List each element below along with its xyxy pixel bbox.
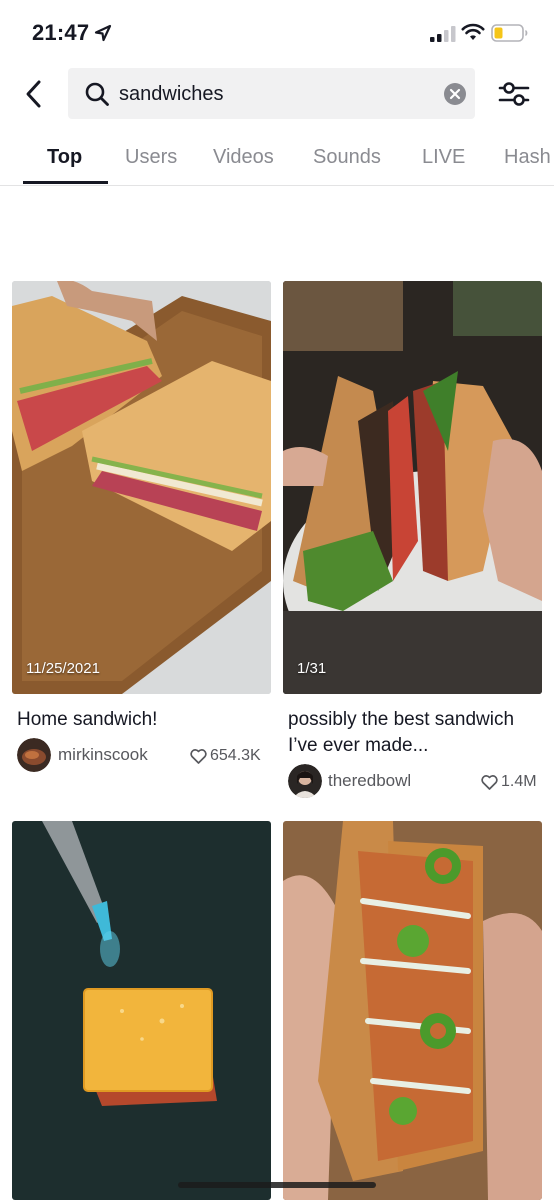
tab-live[interactable]: LIVE xyxy=(422,144,465,170)
heart-outline-icon xyxy=(481,774,498,790)
search-query[interactable]: sandwiches xyxy=(119,81,224,107)
video-caption[interactable]: Home sandwich! xyxy=(17,707,275,733)
video-thumbnail[interactable]: 1/31 xyxy=(283,281,542,694)
avatar[interactable] xyxy=(288,764,322,798)
tab-top[interactable]: Top xyxy=(47,144,82,170)
username[interactable]: mirkinscook xyxy=(58,744,148,766)
video-thumbnail[interactable] xyxy=(283,821,542,1200)
tab-sounds[interactable]: Sounds xyxy=(313,144,381,170)
chevron-left-icon xyxy=(26,80,41,108)
username[interactable]: theredbowl xyxy=(328,770,411,792)
avatar[interactable] xyxy=(17,738,51,772)
video-caption[interactable]: possibly the best sandwich I’ve ever mad… xyxy=(288,707,546,759)
status-bar: 21:47 xyxy=(0,0,554,64)
tab-hashtags[interactable]: Hash xyxy=(504,144,551,170)
video-date: 1/31 xyxy=(297,660,327,677)
like-count-value: 1.4M xyxy=(501,773,537,790)
search-tabs: Top Users Videos Sounds LIVE Hash xyxy=(0,136,554,186)
tab-videos[interactable]: Videos xyxy=(213,144,274,170)
cheese-slice-image xyxy=(12,821,271,1200)
video-thumbnail[interactable]: 11/25/2021 xyxy=(12,281,271,694)
like-count-value: 654.3K xyxy=(210,747,261,764)
home-indicator xyxy=(178,1182,376,1188)
avatar-image xyxy=(17,738,51,772)
video-date: 11/25/2021 xyxy=(26,660,100,677)
filter-sliders-icon[interactable] xyxy=(496,78,532,110)
sandwich-held-image xyxy=(283,281,542,694)
battery-icon xyxy=(491,24,528,42)
back-button[interactable] xyxy=(18,76,50,112)
like-count: 1.4M xyxy=(481,771,537,793)
search-icon xyxy=(85,82,109,106)
cellular-signal-icon xyxy=(430,26,456,42)
status-time: 21:47 xyxy=(32,20,90,45)
tab-users[interactable]: Users xyxy=(125,144,177,170)
like-count: 654.3K xyxy=(190,745,261,767)
heart-outline-icon xyxy=(190,748,207,764)
wifi-icon xyxy=(461,23,485,40)
avatar-image xyxy=(288,764,322,798)
location-arrow-icon xyxy=(94,24,112,42)
sandwich-on-board-image xyxy=(12,281,271,694)
clear-icon[interactable] xyxy=(444,83,466,105)
chicken-sub-image xyxy=(283,821,542,1200)
video-thumbnail[interactable] xyxy=(12,821,271,1200)
tab-active-indicator xyxy=(23,181,108,184)
